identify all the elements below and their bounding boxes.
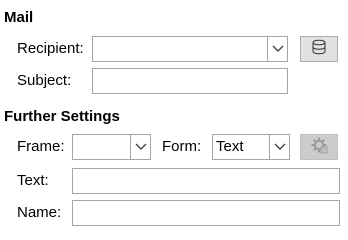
chevron-down-icon[interactable]	[269, 135, 289, 159]
further-settings-heading: Further Settings	[4, 108, 120, 125]
mail-heading: Mail	[4, 9, 34, 26]
address-book-button[interactable]	[300, 36, 338, 62]
subject-input[interactable]	[92, 68, 288, 94]
form-settings-button[interactable]	[300, 134, 338, 160]
chevron-down-icon[interactable]	[267, 37, 287, 61]
text-input[interactable]	[72, 168, 340, 194]
name-input[interactable]	[72, 200, 340, 226]
frame-combobox[interactable]	[72, 134, 151, 160]
chevron-down-icon[interactable]	[130, 135, 150, 159]
frame-label: Frame:	[17, 138, 65, 155]
subject-label: Subject:	[17, 72, 72, 89]
form-label: Form:	[162, 138, 202, 155]
text-label: Text:	[17, 172, 49, 189]
name-label: Name:	[17, 204, 62, 221]
gear-form-icon	[310, 136, 328, 158]
form-value: Text	[216, 138, 244, 155]
form-combobox[interactable]: Text	[212, 134, 290, 160]
recipient-label: Recipient:	[17, 40, 84, 57]
database-icon	[311, 39, 327, 59]
recipient-combobox[interactable]	[92, 36, 288, 62]
